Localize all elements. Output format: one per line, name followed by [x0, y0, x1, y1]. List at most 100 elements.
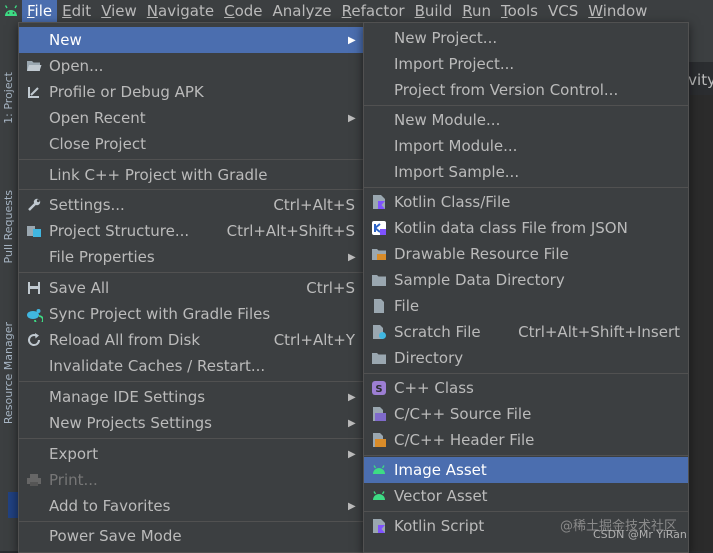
file-menu-link-cpp[interactable]: Link C++ Project with Gradle: [19, 162, 363, 188]
menu-build-label: uild: [424, 2, 453, 20]
printer-icon: [19, 467, 49, 493]
kotlin-file-icon: [364, 189, 394, 215]
kotlin-class-item[interactable]: Kotlin Class/File: [364, 189, 688, 215]
import-module-item[interactable]: Import Module...: [364, 133, 688, 159]
file-menu-reload-disk[interactable]: Reload All from Disk Ctrl+Alt+Y: [19, 327, 363, 353]
menu-refactor[interactable]: Refactor: [337, 0, 410, 22]
kotlin-json-item[interactable]: Kotlin data class File from JSON: [364, 215, 688, 241]
image-asset-item[interactable]: Image Asset: [364, 457, 688, 483]
file-menu-add-favorites[interactable]: Add to Favorites ▶: [19, 493, 363, 519]
menu-separator: [19, 189, 363, 190]
menu-refactor-mnemonic: R: [341, 2, 352, 20]
cpp-class-item[interactable]: S C++ Class: [364, 375, 688, 401]
shortcut-label: Ctrl+Alt+Shift+Insert: [518, 323, 680, 341]
blank-icon: [364, 77, 394, 103]
file-menu-file-properties[interactable]: File Properties ▶: [19, 244, 363, 270]
file-menu-power-save-label: Power Save Mode: [49, 527, 182, 545]
file-menu-manage-ide[interactable]: Manage IDE Settings ▶: [19, 384, 363, 410]
file-menu-open[interactable]: Open...: [19, 53, 363, 79]
submenu-arrow-icon: ▶: [348, 448, 356, 460]
cpp-header-item[interactable]: C/C++ Header File: [364, 427, 688, 453]
menu-file[interactable]: File: [22, 0, 58, 22]
cpp-class-label: C++ Class: [394, 379, 474, 397]
menu-vcs[interactable]: VCS: [543, 0, 583, 22]
menu-edit-label: dit: [71, 2, 92, 20]
shortcut-label: Ctrl+Alt+Y: [273, 331, 355, 349]
file-menu-settings-label: Settings...: [49, 196, 125, 214]
shortcut-label: Ctrl+Alt+S: [273, 196, 355, 214]
submenu-arrow-icon: ▶: [348, 417, 356, 429]
file-label: File: [394, 297, 420, 315]
file-menu-open-recent-label: Open Recent: [49, 109, 146, 127]
file-menu-export[interactable]: Export ▶: [19, 441, 363, 467]
file-menu-settings[interactable]: Settings... Ctrl+Alt+S: [19, 192, 363, 218]
file-menu-link-cpp-label: Link C++ Project with Gradle: [49, 166, 268, 184]
file-menu-save-all-label: Save All: [49, 279, 110, 297]
kotlin-class-label: Kotlin Class/File: [394, 193, 511, 211]
directory-item[interactable]: Directory: [364, 345, 688, 371]
blank-icon: [19, 441, 49, 467]
file-menu-manage-ide-label: Manage IDE Settings: [49, 388, 206, 406]
menu-view-label: iew: [111, 2, 137, 20]
submenu-arrow-icon: ▶: [348, 500, 356, 512]
shortcut-label: Ctrl+Alt+Shift+S: [226, 222, 355, 240]
menu-separator: [19, 381, 363, 382]
new-project-item[interactable]: New Project...: [364, 25, 688, 51]
menu-separator: [19, 438, 363, 439]
file-menu-new[interactable]: New ▶: [19, 27, 363, 53]
import-sample-item[interactable]: Import Sample...: [364, 159, 688, 185]
file-menu-sync-gradle[interactable]: Sync Project with Gradle Files: [19, 301, 363, 327]
file-menu-print: Print...: [19, 467, 363, 493]
scratch-file-item[interactable]: Scratch File Ctrl+Alt+Shift+Insert: [364, 319, 688, 345]
kotlin-json-icon: [364, 215, 394, 241]
file-menu-project-structure[interactable]: Project Structure... Ctrl+Alt+Shift+S: [19, 218, 363, 244]
editor-area: [690, 95, 713, 551]
menu-run[interactable]: Run: [457, 0, 496, 22]
project-structure-icon: [19, 218, 49, 244]
file-menu-close-project[interactable]: Close Project: [19, 131, 363, 157]
profile-apk-icon: [19, 79, 49, 105]
menu-edit[interactable]: Edit: [57, 0, 96, 22]
menu-build[interactable]: Build: [410, 0, 458, 22]
file-menu: New ▶ Open... Profile or Debug APK Open …: [18, 22, 364, 553]
file-menu-new-projects-settings[interactable]: New Projects Settings ▶: [19, 410, 363, 436]
submenu-arrow-icon: ▶: [348, 391, 356, 403]
drawable-resource-item[interactable]: Drawable Resource File: [364, 241, 688, 267]
file-icon: [364, 293, 394, 319]
sample-data-item[interactable]: Sample Data Directory: [364, 267, 688, 293]
menu-analyze[interactable]: Analyze: [268, 0, 337, 22]
file-item[interactable]: File: [364, 293, 688, 319]
menu-view[interactable]: View: [96, 0, 142, 22]
menu-analyze-label: Analyze: [272, 2, 332, 20]
project-from-vcs-item[interactable]: Project from Version Control...: [364, 77, 688, 103]
menu-separator: [19, 272, 363, 273]
menu-vcs-label: VCS: [547, 2, 579, 20]
menu-code-label: ode: [234, 2, 263, 20]
menu-tools[interactable]: Tools: [496, 0, 543, 22]
submenu-arrow-icon: ▶: [348, 251, 356, 263]
tool-tab-pull-requests[interactable]: Pull Requests: [2, 190, 18, 263]
menu-window[interactable]: Window: [583, 0, 652, 22]
import-project-item[interactable]: Import Project...: [364, 51, 688, 77]
file-menu-invalidate-caches[interactable]: Invalidate Caches / Restart...: [19, 353, 363, 379]
menu-code[interactable]: Code: [219, 0, 267, 22]
refresh-icon: [19, 327, 49, 353]
kotlin-json-label: Kotlin data class File from JSON: [394, 219, 628, 237]
file-menu-save-all[interactable]: Save All Ctrl+S: [19, 275, 363, 301]
blank-icon: [19, 162, 49, 188]
folder-icon: [364, 267, 394, 293]
import-project-label: Import Project...: [394, 55, 515, 73]
new-project-label: New Project...: [394, 29, 498, 47]
new-module-item[interactable]: New Module...: [364, 107, 688, 133]
file-menu-power-save[interactable]: Power Save Mode: [19, 523, 363, 549]
blank-icon: [19, 353, 49, 379]
file-menu-open-recent[interactable]: Open Recent ▶: [19, 105, 363, 131]
file-menu-print-label: Print...: [49, 471, 98, 489]
vector-asset-item[interactable]: Vector Asset: [364, 483, 688, 509]
tool-tab-resource-manager[interactable]: Resource Manager: [2, 322, 18, 424]
menu-navigate[interactable]: Navigate: [142, 0, 219, 22]
tool-tab-project[interactable]: 1: Project: [2, 72, 18, 124]
cpp-source-item[interactable]: C/C++ Source File: [364, 401, 688, 427]
file-menu-profile-apk[interactable]: Profile or Debug APK: [19, 79, 363, 105]
menu-separator: [364, 373, 688, 374]
